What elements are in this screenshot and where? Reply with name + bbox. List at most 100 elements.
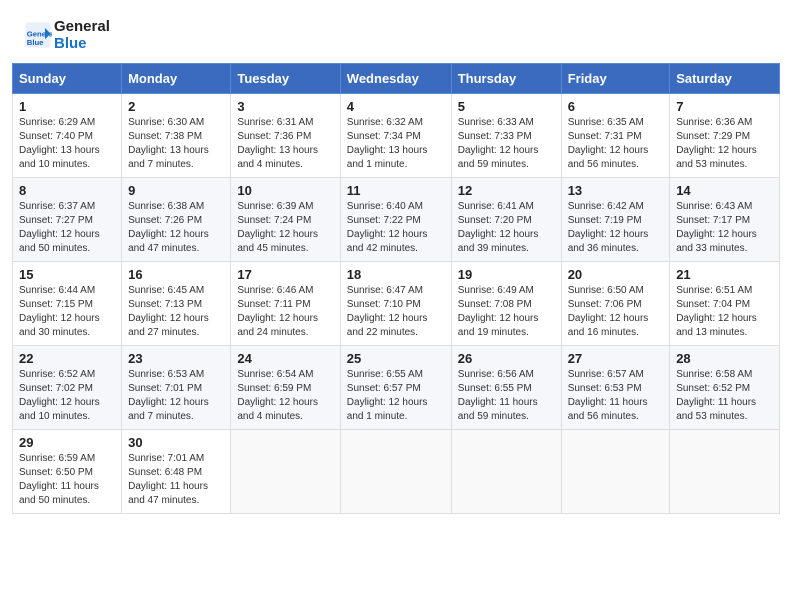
day-number: 1 [19,99,115,114]
cell-info: Sunrise: 6:33 AM Sunset: 7:33 PM Dayligh… [458,117,539,170]
day-number: 24 [237,351,333,366]
day-number: 23 [128,351,224,366]
cell-info: Sunrise: 6:44 AM Sunset: 7:15 PM Dayligh… [19,285,100,338]
weekday-sunday: Sunday [13,63,122,93]
cell-info: Sunrise: 6:37 AM Sunset: 7:27 PM Dayligh… [19,201,100,254]
cell-info: Sunrise: 6:57 AM Sunset: 6:53 PM Dayligh… [568,369,648,422]
day-number: 3 [237,99,333,114]
day-cell: 4 Sunrise: 6:32 AM Sunset: 7:34 PM Dayli… [340,93,451,177]
cell-info: Sunrise: 6:54 AM Sunset: 6:59 PM Dayligh… [237,369,318,422]
day-number: 27 [568,351,664,366]
day-number: 19 [458,267,555,282]
day-cell: 28 Sunrise: 6:58 AM Sunset: 6:52 PM Dayl… [670,345,780,429]
day-cell: 13 Sunrise: 6:42 AM Sunset: 7:19 PM Dayl… [561,177,670,261]
day-cell: 20 Sunrise: 6:50 AM Sunset: 7:06 PM Dayl… [561,261,670,345]
week-row-1: 1 Sunrise: 6:29 AM Sunset: 7:40 PM Dayli… [13,93,780,177]
day-number: 20 [568,267,664,282]
day-number: 28 [676,351,773,366]
day-number: 21 [676,267,773,282]
day-cell [670,429,780,513]
weekday-saturday: Saturday [670,63,780,93]
cell-info: Sunrise: 6:36 AM Sunset: 7:29 PM Dayligh… [676,117,757,170]
day-cell: 10 Sunrise: 6:39 AM Sunset: 7:24 PM Dayl… [231,177,340,261]
cell-info: Sunrise: 6:32 AM Sunset: 7:34 PM Dayligh… [347,117,428,170]
day-number: 18 [347,267,445,282]
cell-info: Sunrise: 6:39 AM Sunset: 7:24 PM Dayligh… [237,201,318,254]
cell-info: Sunrise: 6:47 AM Sunset: 7:10 PM Dayligh… [347,285,428,338]
calendar-wrapper: SundayMondayTuesdayWednesdayThursdayFrid… [0,63,792,526]
day-cell: 6 Sunrise: 6:35 AM Sunset: 7:31 PM Dayli… [561,93,670,177]
weekday-wednesday: Wednesday [340,63,451,93]
day-cell: 7 Sunrise: 6:36 AM Sunset: 7:29 PM Dayli… [670,93,780,177]
week-row-2: 8 Sunrise: 6:37 AM Sunset: 7:27 PM Dayli… [13,177,780,261]
cell-info: Sunrise: 6:43 AM Sunset: 7:17 PM Dayligh… [676,201,757,254]
header: General Blue General Blue [0,0,792,63]
day-cell [340,429,451,513]
day-cell [451,429,561,513]
logo-icon: General Blue [24,21,52,49]
week-row-5: 29 Sunrise: 6:59 AM Sunset: 6:50 PM Dayl… [13,429,780,513]
day-cell [561,429,670,513]
calendar-table: SundayMondayTuesdayWednesdayThursdayFrid… [12,63,780,514]
day-number: 14 [676,183,773,198]
cell-info: Sunrise: 7:01 AM Sunset: 6:48 PM Dayligh… [128,453,208,506]
cell-info: Sunrise: 6:35 AM Sunset: 7:31 PM Dayligh… [568,117,649,170]
day-cell: 12 Sunrise: 6:41 AM Sunset: 7:20 PM Dayl… [451,177,561,261]
day-cell: 18 Sunrise: 6:47 AM Sunset: 7:10 PM Dayl… [340,261,451,345]
day-cell: 24 Sunrise: 6:54 AM Sunset: 6:59 PM Dayl… [231,345,340,429]
weekday-monday: Monday [122,63,231,93]
day-number: 13 [568,183,664,198]
cell-info: Sunrise: 6:40 AM Sunset: 7:22 PM Dayligh… [347,201,428,254]
day-number: 5 [458,99,555,114]
cell-info: Sunrise: 6:55 AM Sunset: 6:57 PM Dayligh… [347,369,428,422]
cell-info: Sunrise: 6:30 AM Sunset: 7:38 PM Dayligh… [128,117,209,170]
day-cell: 27 Sunrise: 6:57 AM Sunset: 6:53 PM Dayl… [561,345,670,429]
day-cell: 30 Sunrise: 7:01 AM Sunset: 6:48 PM Dayl… [122,429,231,513]
day-cell: 16 Sunrise: 6:45 AM Sunset: 7:13 PM Dayl… [122,261,231,345]
cell-info: Sunrise: 6:52 AM Sunset: 7:02 PM Dayligh… [19,369,100,422]
day-cell: 25 Sunrise: 6:55 AM Sunset: 6:57 PM Dayl… [340,345,451,429]
day-cell: 23 Sunrise: 6:53 AM Sunset: 7:01 PM Dayl… [122,345,231,429]
day-cell: 3 Sunrise: 6:31 AM Sunset: 7:36 PM Dayli… [231,93,340,177]
day-cell: 9 Sunrise: 6:38 AM Sunset: 7:26 PM Dayli… [122,177,231,261]
day-cell: 29 Sunrise: 6:59 AM Sunset: 6:50 PM Dayl… [13,429,122,513]
cell-info: Sunrise: 6:51 AM Sunset: 7:04 PM Dayligh… [676,285,757,338]
week-row-4: 22 Sunrise: 6:52 AM Sunset: 7:02 PM Dayl… [13,345,780,429]
day-number: 4 [347,99,445,114]
day-cell: 1 Sunrise: 6:29 AM Sunset: 7:40 PM Dayli… [13,93,122,177]
cell-info: Sunrise: 6:53 AM Sunset: 7:01 PM Dayligh… [128,369,209,422]
weekday-tuesday: Tuesday [231,63,340,93]
day-cell: 11 Sunrise: 6:40 AM Sunset: 7:22 PM Dayl… [340,177,451,261]
day-number: 9 [128,183,224,198]
day-cell: 19 Sunrise: 6:49 AM Sunset: 7:08 PM Dayl… [451,261,561,345]
day-number: 30 [128,435,224,450]
day-number: 10 [237,183,333,198]
day-cell: 14 Sunrise: 6:43 AM Sunset: 7:17 PM Dayl… [670,177,780,261]
day-number: 17 [237,267,333,282]
day-number: 15 [19,267,115,282]
logo-general: General [54,18,110,35]
cell-info: Sunrise: 6:38 AM Sunset: 7:26 PM Dayligh… [128,201,209,254]
cell-info: Sunrise: 6:46 AM Sunset: 7:11 PM Dayligh… [237,285,318,338]
cell-info: Sunrise: 6:41 AM Sunset: 7:20 PM Dayligh… [458,201,539,254]
cell-info: Sunrise: 6:58 AM Sunset: 6:52 PM Dayligh… [676,369,756,422]
logo-blue: Blue [54,35,110,52]
day-number: 7 [676,99,773,114]
cell-info: Sunrise: 6:45 AM Sunset: 7:13 PM Dayligh… [128,285,209,338]
day-number: 2 [128,99,224,114]
day-number: 8 [19,183,115,198]
day-number: 25 [347,351,445,366]
day-number: 26 [458,351,555,366]
week-row-3: 15 Sunrise: 6:44 AM Sunset: 7:15 PM Dayl… [13,261,780,345]
day-number: 6 [568,99,664,114]
day-cell: 5 Sunrise: 6:33 AM Sunset: 7:33 PM Dayli… [451,93,561,177]
day-cell: 2 Sunrise: 6:30 AM Sunset: 7:38 PM Dayli… [122,93,231,177]
day-cell: 22 Sunrise: 6:52 AM Sunset: 7:02 PM Dayl… [13,345,122,429]
weekday-header-row: SundayMondayTuesdayWednesdayThursdayFrid… [13,63,780,93]
day-cell [231,429,340,513]
day-number: 11 [347,183,445,198]
svg-text:Blue: Blue [27,38,44,47]
day-number: 22 [19,351,115,366]
day-number: 12 [458,183,555,198]
page: General Blue General Blue SundayMondayTu… [0,0,792,612]
